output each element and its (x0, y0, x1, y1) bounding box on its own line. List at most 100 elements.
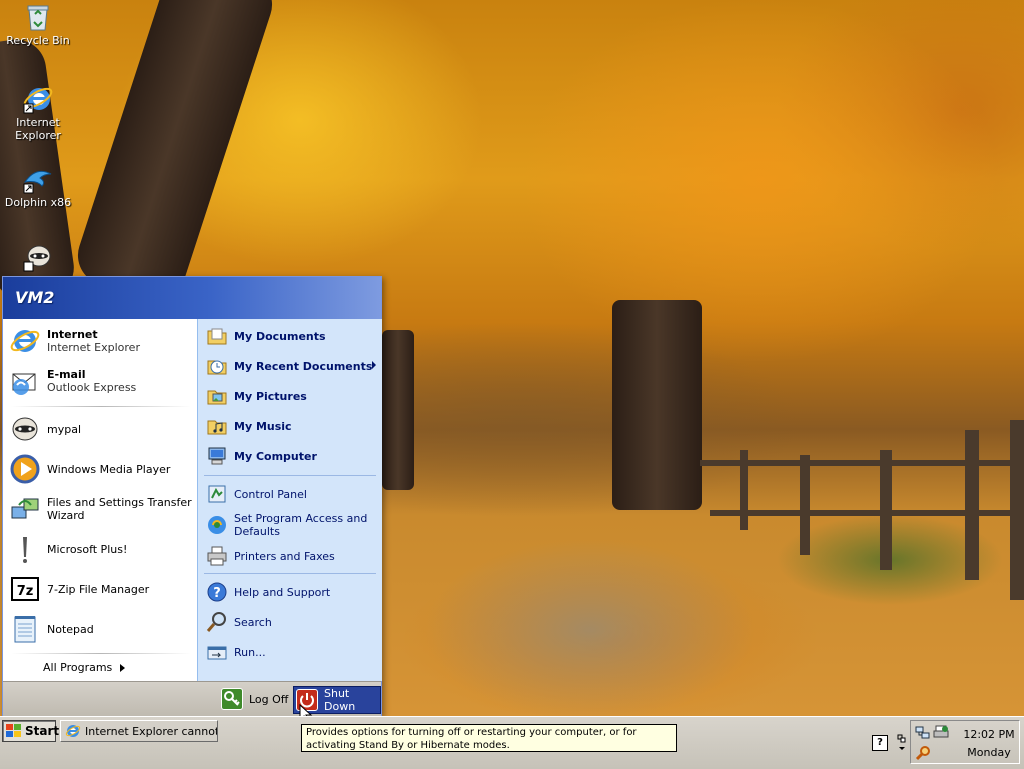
recent-program-item[interactable]: mypal (9, 411, 193, 447)
tools-item-run[interactable]: Run... (206, 639, 378, 665)
log-off-label: Log Off (249, 692, 289, 706)
settings-item-label: Printers and Faxes (234, 549, 335, 563)
program-defaults-icon (206, 514, 228, 536)
clock-day: Monday (967, 746, 1011, 759)
settings-item-label: Set Program Access and Defaults (234, 512, 368, 538)
mypal-icon (22, 240, 54, 272)
internet-explorer-icon (65, 723, 81, 739)
svg-text:?: ? (213, 586, 221, 601)
windows-logo-icon (6, 724, 22, 738)
separator (204, 573, 376, 574)
place-item-my-recent-documents[interactable]: My Recent Documents (206, 353, 378, 379)
start-button[interactable]: Start (2, 720, 59, 742)
separator (11, 406, 191, 407)
desktop-icon-internet-explorer[interactable]: Internet Explorer (2, 82, 74, 142)
desktop-icon-label: Internet Explorer (15, 116, 61, 142)
settings-item-program-defaults[interactable]: Set Program Access and Defaults (206, 509, 378, 541)
wallpaper-fence (965, 430, 979, 580)
log-off-icon (221, 688, 243, 710)
tools-item-label: Run... (234, 645, 266, 659)
recent-program-item[interactable]: 7z 7-Zip File Manager (9, 571, 193, 607)
recent-program-label: 7-Zip File Manager (47, 582, 150, 596)
help-question-label: ? (877, 737, 883, 748)
pinned-item-internet[interactable]: Internet Internet Explorer (9, 323, 193, 359)
start-menu-footer: Log Off Shut Down (3, 681, 381, 716)
settings-item-printers[interactable]: Printers and Faxes (206, 543, 378, 569)
wallpaper-fence (740, 450, 748, 530)
recent-program-label: Windows Media Player (47, 462, 171, 476)
settings-item-control-panel[interactable]: Control Panel (206, 481, 378, 507)
all-programs-button[interactable]: All Programs (43, 661, 126, 674)
start-menu-header: VM2 (3, 277, 381, 319)
recent-program-label: Files and Settings Transfer Wizard (47, 496, 192, 522)
clock[interactable]: 12:02 PM Monday (961, 726, 1017, 762)
pictures-folder-icon (206, 385, 228, 407)
recycle-bin-icon (22, 0, 54, 32)
desktop-icon-dolphin[interactable]: Dolphin x86 (2, 162, 74, 209)
help-icon: ? (206, 581, 228, 603)
log-off-button[interactable]: Log Off (221, 686, 288, 712)
music-folder-icon (206, 415, 228, 437)
recent-program-item[interactable]: Windows Media Player (9, 451, 193, 487)
place-item-my-documents[interactable]: My Documents (206, 323, 378, 349)
place-item-label: My Documents (234, 329, 326, 343)
notepad-icon (9, 613, 41, 645)
place-item-my-computer[interactable]: My Computer (206, 443, 378, 469)
recent-program-label: Notepad (47, 622, 94, 636)
start-menu-right-pane: My Documents My Recent Documents My Pict… (197, 319, 382, 681)
desktop-icon-recycle-bin[interactable]: Recycle Bin (2, 0, 74, 47)
tools-item-help[interactable]: ? Help and Support (206, 579, 378, 605)
wallpaper-fence (1010, 420, 1024, 600)
quick-launch-expand-icon[interactable] (896, 733, 908, 753)
control-panel-icon (206, 483, 228, 505)
recent-program-item[interactable]: Notepad (9, 611, 193, 647)
printer-status-icon[interactable] (933, 725, 949, 741)
start-menu: VM2 Internet Internet Explorer E-mail Ou… (2, 276, 382, 716)
help-question-icon[interactable]: ? (872, 735, 888, 751)
place-item-label: My Music (234, 419, 292, 433)
recent-program-item[interactable]: Files and Settings Transfer Wizard (9, 491, 193, 527)
tools-item-search[interactable]: Search (206, 609, 378, 635)
recent-program-label: Microsoft Plus! (47, 542, 128, 556)
search-icon (206, 611, 228, 633)
taskbar-button-label: Internet Explorer cannot... (85, 724, 218, 738)
all-programs-label: All Programs (43, 661, 113, 674)
clock-time: 12:02 PM (963, 728, 1015, 741)
settings-item-label: Control Panel (234, 487, 307, 501)
taskbar-button-internet-explorer[interactable]: Internet Explorer cannot... (60, 720, 218, 742)
tools-item-label: Help and Support (234, 585, 331, 599)
pinned-item-title: Internet (47, 328, 98, 341)
pinned-item-title: E-mail (47, 368, 86, 381)
7zip-icon: 7z (9, 573, 41, 605)
recent-documents-icon (206, 355, 228, 377)
recent-program-item[interactable]: Microsoft Plus! (9, 531, 193, 567)
printer-icon (206, 545, 228, 567)
pinned-item-email[interactable]: E-mail Outlook Express (9, 363, 193, 399)
microsoft-plus-icon (9, 533, 41, 565)
wallpaper-tree-trunk (382, 330, 414, 490)
network-icon[interactable] (915, 725, 931, 741)
wallpaper-path (380, 470, 800, 716)
search-icon[interactable] (915, 745, 931, 761)
desktop-icon-mypal[interactable] (2, 240, 74, 274)
folder-icon (206, 325, 228, 347)
user-name: VM2 (15, 288, 55, 307)
run-icon (206, 641, 228, 663)
arrow-right-icon (120, 663, 126, 672)
internet-explorer-icon (9, 325, 41, 357)
desktop-icon-label: Dolphin x86 (4, 196, 72, 209)
shut-down-tooltip: Provides options for turning off or rest… (301, 724, 677, 752)
svg-text:7z: 7z (17, 584, 34, 599)
wallpaper-tree-trunk (70, 0, 280, 309)
separator (11, 653, 191, 654)
start-menu-left-pane: Internet Internet Explorer E-mail Outloo… (3, 319, 196, 681)
tools-item-label: Search (234, 615, 272, 629)
computer-icon (206, 445, 228, 467)
place-item-my-music[interactable]: My Music (206, 413, 378, 439)
recent-program-label: mypal (47, 422, 82, 436)
desktop-icon-label: Recycle Bin (6, 34, 70, 47)
wallpaper-fence (880, 450, 892, 570)
place-item-my-pictures[interactable]: My Pictures (206, 383, 378, 409)
place-item-label: My Pictures (234, 389, 307, 403)
place-item-label: My Computer (234, 449, 317, 463)
